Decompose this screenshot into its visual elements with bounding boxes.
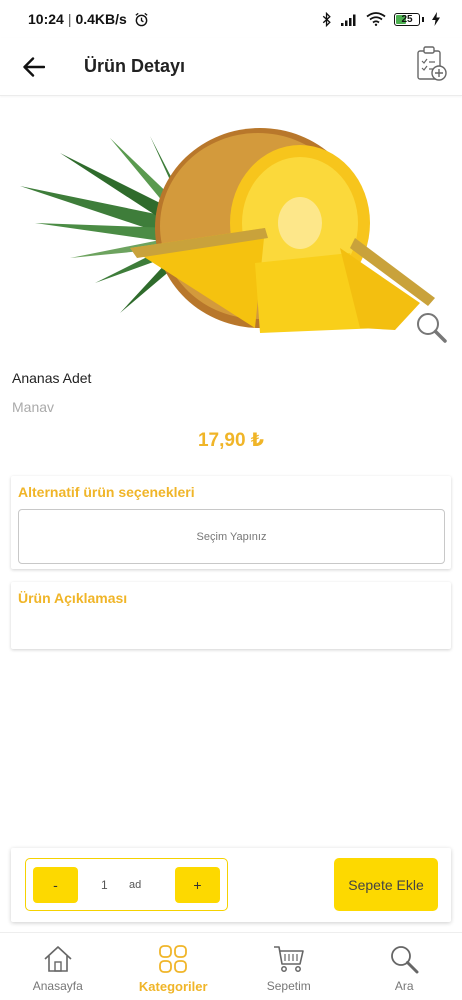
nav-label-home: Anasayfa [32,979,83,993]
nav-label-search: Ara [394,979,414,993]
quantity-stepper: - 1 ad + [25,858,228,911]
status-right: 25 [322,11,440,27]
nav-item-cart[interactable]: Sepetim [231,933,347,1000]
shopping-list-button[interactable] [414,44,450,84]
alarm-icon [134,12,149,27]
cart-icon [273,943,305,975]
nav-label-categories: Kategoriler [138,979,208,994]
add-to-cart-button[interactable]: Sepete Ekle [334,858,438,911]
alternatives-select[interactable]: Seçim Yapınız [18,509,445,564]
quantity-unit: ad [129,879,142,891]
wifi-icon [366,12,386,26]
screen: 10:24 | 0.4KB/s 25 Ürün Detayı Ananas Ad… [0,0,462,1000]
decrease-quantity-button[interactable]: - [33,867,78,903]
quantity-value[interactable]: 1 [101,878,108,892]
description-title: Ürün Açıklaması [18,590,128,606]
status-separator: | [67,11,72,27]
zoom-button[interactable] [412,308,450,346]
nav-label-cart: Sepetim [266,979,311,993]
app-bar: Ürün Detayı [0,38,462,96]
charging-icon [432,12,440,26]
nav-item-home[interactable]: Anasayfa [0,933,116,1000]
status-network-speed: 0.4KB/s [75,11,127,27]
status-left: 10:24 | 0.4KB/s [28,11,149,27]
search-icon [388,943,420,975]
battery-icon: 25 [394,12,420,26]
nav-item-search[interactable]: Ara [347,933,462,1000]
cart-action-bar: - 1 ad + Sepete Ekle [11,848,451,922]
pineapple-image [0,98,462,348]
signal-icon [340,13,358,26]
page-title: Ürün Detayı [84,56,186,76]
shopping-list-icon [417,46,447,81]
arrow-left-icon [23,56,45,77]
nav-item-categories[interactable]: Kategoriler [116,933,232,1000]
status-time: 10:24 [28,11,64,27]
alternatives-card: Alternatif ürün seçenekleri Seçim Yapını… [11,476,451,569]
description-card: Ürün Açıklaması [11,582,451,649]
alternatives-title: Alternatif ürün seçenekleri [18,484,195,500]
zoom-icon [417,313,447,343]
bluetooth-icon [322,11,332,27]
grid-icon [157,943,189,975]
product-name: Ananas Adet [12,370,92,386]
status-bar: 10:24 | 0.4KB/s 25 [0,0,462,38]
battery-level: 25 [401,13,413,25]
product-price: 17,90 ₺ [197,430,265,451]
battery-indicator: 25 [394,12,424,26]
product-category: Manav [12,399,55,415]
home-icon [42,943,74,975]
bottom-navigation: Anasayfa Kategoriler Sepetim Ara [0,932,462,1000]
increase-quantity-button[interactable]: + [175,867,220,903]
product-image [0,98,462,348]
back-button[interactable] [14,47,54,87]
